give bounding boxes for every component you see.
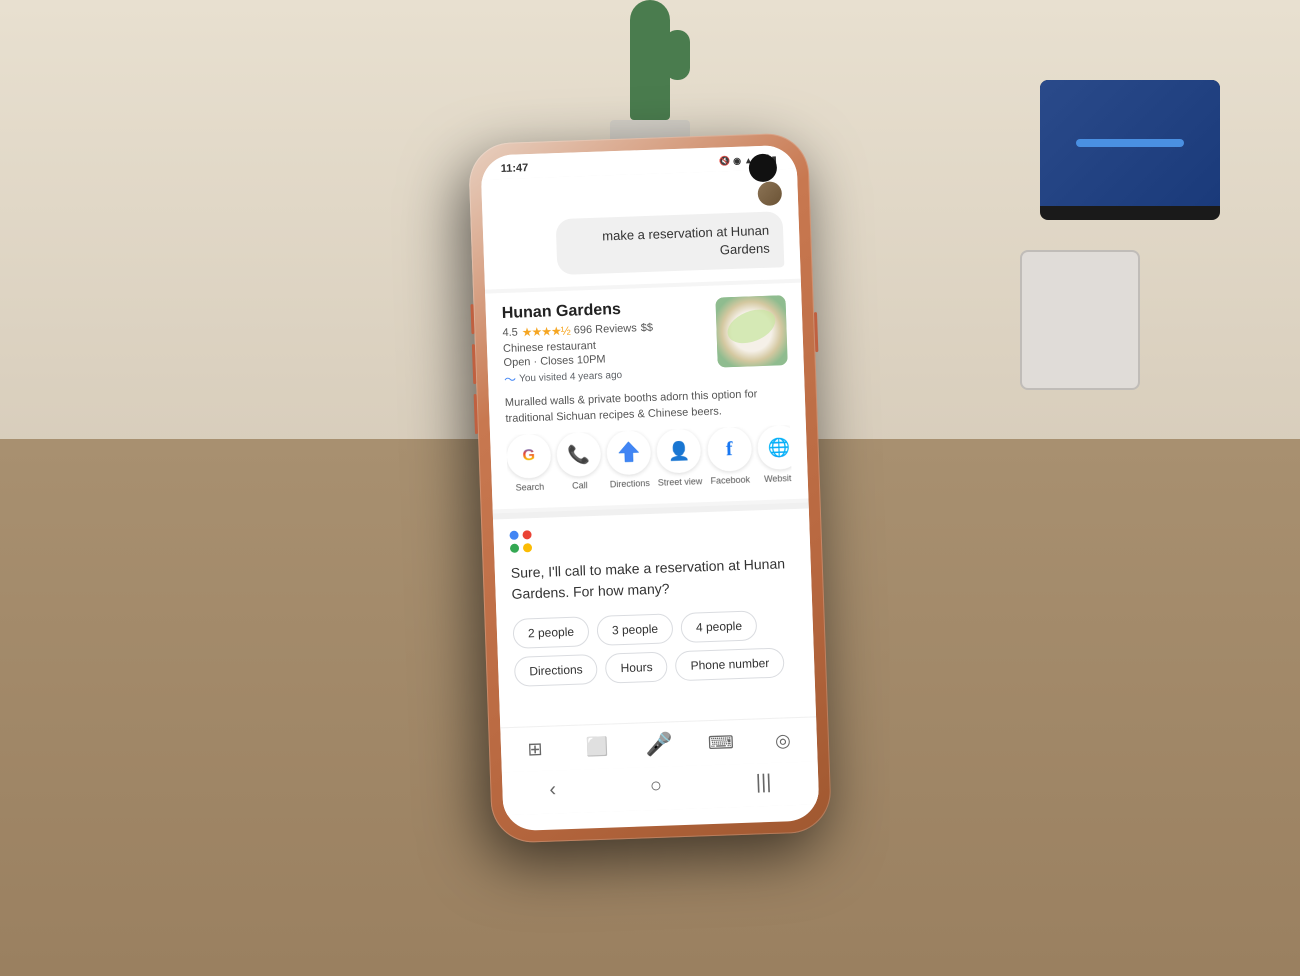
background-device	[1020, 250, 1140, 390]
screen-content: make a reservation at Hunan Gardens Huna…	[481, 169, 819, 816]
recents-button[interactable]: |||	[755, 771, 771, 795]
chip-2-people[interactable]: 2 people	[512, 616, 589, 649]
drawer-icon[interactable]: ⊞	[521, 735, 550, 764]
microphone-icon[interactable]: 🎤	[644, 730, 673, 759]
mute-icon: 🔇	[719, 156, 731, 167]
food-photo	[715, 296, 787, 368]
volume-up-button	[470, 304, 474, 334]
assistant-header	[509, 521, 794, 553]
streetview-action-btn[interactable]: 👤 Street view	[656, 428, 703, 488]
search-btn-label: Search	[515, 482, 544, 493]
phone-device: 11:47 🔇 ◉ ▲ ▐▐ ▮ make a reservation at H…	[468, 132, 832, 843]
background-monitor	[1040, 80, 1220, 220]
website-btn-label: Website	[764, 473, 792, 484]
home-button[interactable]: ○	[650, 775, 663, 798]
action-buttons-row: G Search 📞 Call	[506, 425, 792, 497]
call-btn-label: Call	[572, 480, 588, 491]
chip-4-people[interactable]: 4 people	[680, 611, 757, 644]
location-icon: ◉	[733, 155, 741, 166]
keyboard-icon[interactable]: ⌨	[706, 728, 735, 757]
call-action-btn[interactable]: 📞 Call	[556, 432, 602, 492]
volume-down-button	[472, 344, 476, 384]
directions-icon	[606, 430, 652, 476]
call-icon: 📞	[556, 432, 602, 478]
assistant-response: Sure, I'll call to make a reservation at…	[511, 553, 796, 605]
place-card: Hunan Gardens 4.5 ★★★★½ 696 Reviews $$ C…	[485, 283, 808, 510]
facebook-action-btn[interactable]: f Facebook	[706, 427, 752, 487]
google-assistant-icon	[509, 530, 532, 553]
website-icon: 🌐	[756, 425, 792, 470]
back-button[interactable]: ‹	[549, 778, 556, 801]
bixby-button	[474, 394, 478, 434]
streetview-btn-label: Street view	[658, 476, 703, 488]
status-time: 11:47	[501, 162, 529, 175]
directions-btn-label: Directions	[610, 478, 650, 489]
user-avatar	[757, 181, 782, 206]
search-icon: G	[506, 434, 552, 480]
facebook-icon: f	[706, 427, 752, 473]
phone-screen: 11:47 🔇 ◉ ▲ ▐▐ ▮ make a reservation at H…	[480, 145, 819, 832]
search-action-btn[interactable]: G Search	[506, 434, 552, 494]
message-area: make a reservation at Hunan Gardens	[481, 169, 801, 290]
suggestion-chips-row2: Directions Hours Phone number	[514, 647, 799, 687]
review-count: 696 Reviews	[574, 323, 637, 337]
chip-3-people[interactable]: 3 people	[596, 613, 673, 646]
user-message-bubble: make a reservation at Hunan Gardens	[555, 211, 784, 275]
visited-text: You visited 4 years ago	[519, 370, 622, 385]
directions-action-btn[interactable]: Directions	[606, 430, 652, 490]
chip-phone-number[interactable]: Phone number	[675, 648, 785, 682]
place-header: Hunan Gardens 4.5 ★★★★½ 696 Reviews $$ C…	[502, 296, 789, 389]
lens-icon[interactable]: ⬜	[583, 733, 612, 762]
assistant-area: Sure, I'll call to make a reservation at…	[493, 509, 816, 728]
website-action-btn[interactable]: 🌐 Website	[756, 425, 792, 484]
facebook-btn-label: Facebook	[710, 475, 750, 486]
price-level: $$	[641, 322, 654, 334]
stars: ★★★★½	[522, 324, 571, 340]
compass-icon[interactable]: ◎	[768, 726, 797, 755]
place-image	[715, 296, 787, 368]
chip-hours[interactable]: Hours	[605, 652, 668, 684]
chip-directions[interactable]: Directions	[514, 654, 598, 687]
streetview-icon: 👤	[656, 428, 702, 474]
suggestion-chips-row1: 2 people 3 people 4 people	[512, 609, 797, 649]
place-description: Muralled walls & private booths adorn th…	[505, 386, 790, 427]
visited-icon: 〜	[504, 371, 517, 388]
rating-value: 4.5	[502, 327, 518, 340]
place-info: Hunan Gardens 4.5 ★★★★½ 696 Reviews $$ C…	[502, 298, 709, 388]
